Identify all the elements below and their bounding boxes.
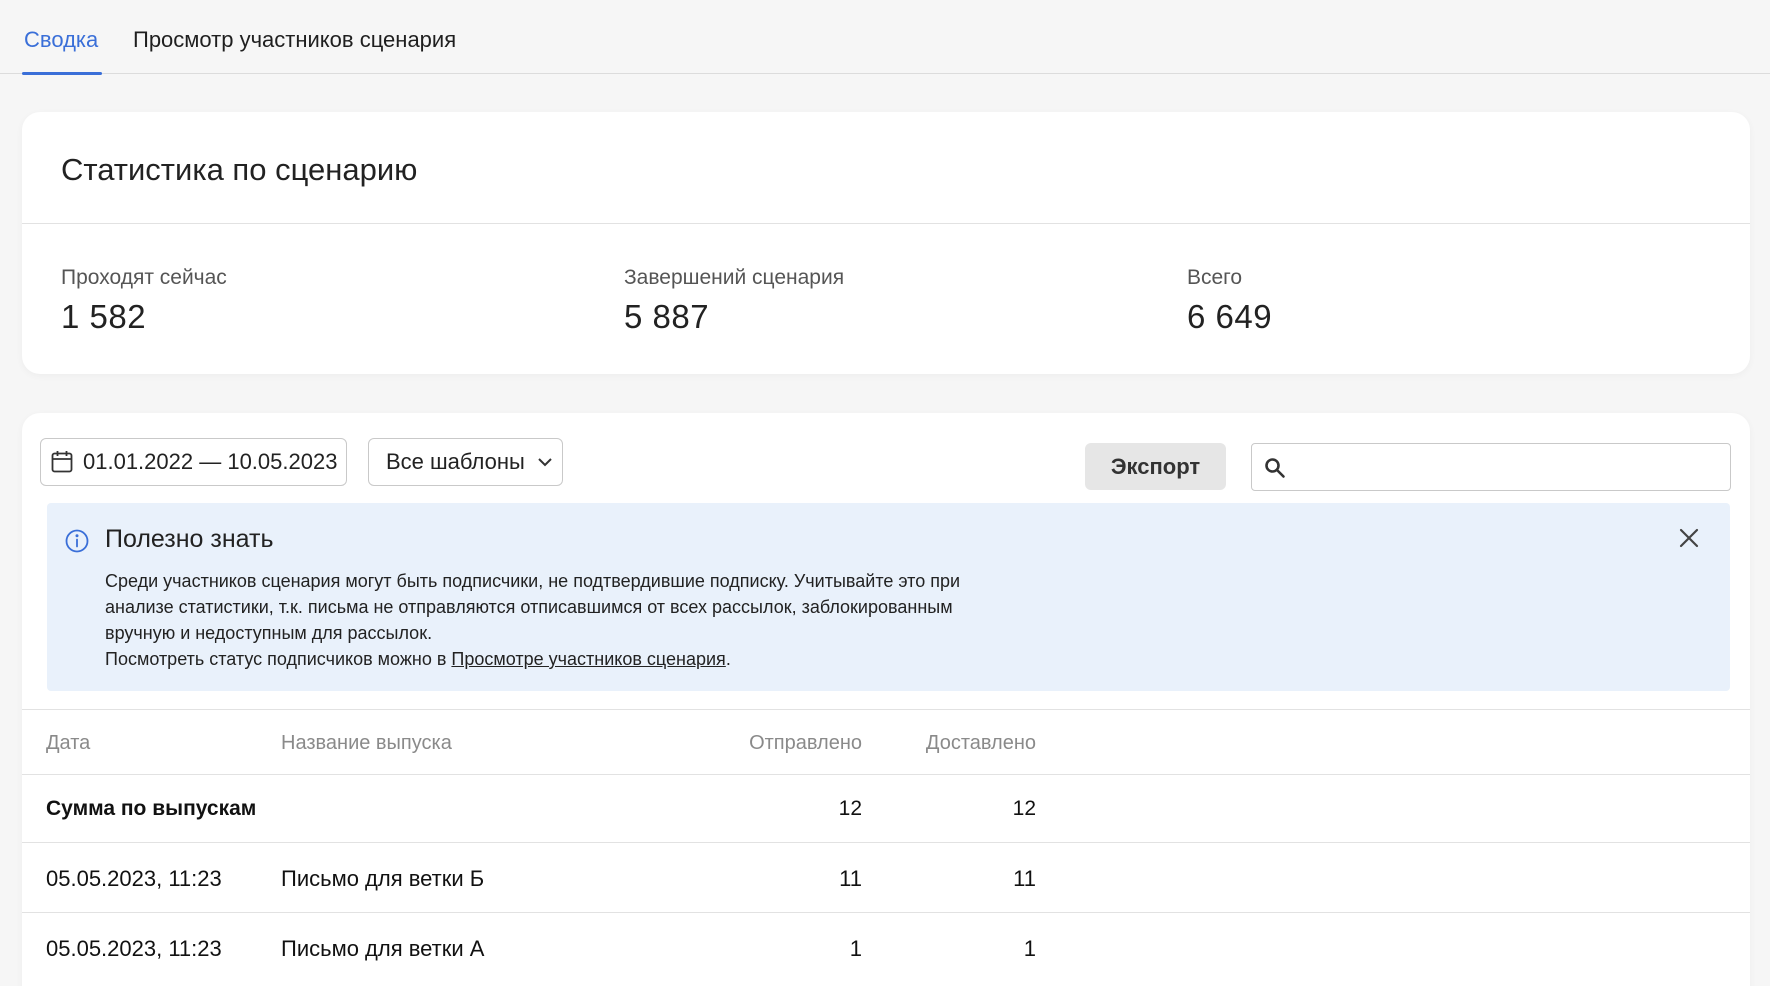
header-delivered[interactable]: Доставлено — [926, 732, 1036, 755]
sum-delivered: 12 — [1012, 797, 1036, 820]
table-row[interactable]: 05.05.2023, 11:23 Письмо для ветки А 1 1 — [22, 912, 1750, 982]
info-text-suffix: . — [725, 649, 731, 669]
sum-label: Сумма по выпускам — [46, 797, 257, 820]
header-date[interactable]: Дата — [46, 732, 90, 755]
stat-label: Проходят сейчас — [61, 266, 227, 289]
row-date: 05.05.2023, 11:23 — [46, 866, 222, 891]
tab-participants[interactable]: Просмотр участников сценария — [133, 0, 456, 74]
row-sent: 11 — [839, 866, 862, 891]
info-text-prefix: Посмотреть статус подписчиков можно в — [105, 649, 452, 669]
search-input[interactable] — [1296, 444, 1726, 490]
info-icon — [64, 528, 90, 559]
sum-sent: 12 — [838, 797, 862, 820]
calendar-icon — [51, 450, 73, 474]
search-box[interactable] — [1251, 443, 1731, 491]
stat-value: 1 582 — [61, 298, 147, 335]
header-sent[interactable]: Отправлено — [749, 732, 862, 755]
row-delivered: 1 — [1023, 936, 1036, 961]
row-name: Письмо для ветки А — [281, 936, 485, 961]
stat-value: 6 649 — [1187, 298, 1273, 335]
stats-title: Статистика по сценарию — [61, 152, 418, 187]
row-delivered: 11 — [1013, 866, 1036, 891]
header-name[interactable]: Название выпуска — [281, 732, 452, 755]
stats-card: Статистика по сценарию Проходят сейчас 1… — [22, 112, 1750, 374]
table-row[interactable]: 05.05.2023, 11:23 Письмо для ветки Б 11 … — [22, 842, 1750, 912]
chevron-down-icon — [537, 457, 553, 467]
stats-divider — [22, 223, 1750, 224]
row-date: 05.05.2023, 11:23 — [46, 936, 222, 961]
releases-table: Дата Название выпуска Отправлено Доставл… — [22, 709, 1750, 982]
row-sent: 1 — [849, 936, 862, 961]
stat-completed: Завершений сценария 5 887 — [624, 266, 844, 336]
info-banner: Полезно знать Среди участников сценария … — [47, 503, 1730, 691]
sum-row: Сумма по выпускам 12 12 — [22, 774, 1750, 842]
stat-in-progress: Проходят сейчас 1 582 — [61, 266, 227, 336]
export-button[interactable]: Экспорт — [1085, 443, 1226, 490]
info-text-status: Посмотреть статус подписчиков можно в Пр… — [105, 649, 731, 670]
search-icon — [1264, 457, 1286, 484]
stat-label: Завершений сценария — [624, 266, 845, 289]
info-text: Среди участников сценария могут быть под… — [105, 571, 961, 643]
stat-value: 5 887 — [624, 298, 710, 335]
table-header-row: Дата Название выпуска Отправлено Доставл… — [22, 709, 1750, 774]
close-icon[interactable] — [1678, 527, 1700, 554]
template-select-value: Все шаблоны — [386, 449, 525, 474]
stat-total: Всего 6 649 — [1187, 266, 1272, 336]
row-name: Письмо для ветки Б — [281, 866, 485, 891]
date-range-picker[interactable]: 01.01.2022 — 10.05.2023 — [40, 438, 347, 486]
date-range-value: 01.01.2022 — 10.05.2023 — [83, 449, 338, 474]
tab-summary[interactable]: Сводка — [21, 0, 103, 75]
template-select[interactable]: Все шаблоны — [368, 438, 563, 486]
participants-link[interactable]: Просмотре участников сценария — [451, 649, 725, 669]
stat-label: Всего — [1187, 266, 1243, 289]
releases-card: 01.01.2022 — 10.05.2023 Все шаблоны Эксп… — [22, 413, 1750, 986]
tab-bar: Сводка Просмотр участников сценария — [0, 0, 1770, 75]
info-title: Полезно знать — [105, 525, 274, 553]
